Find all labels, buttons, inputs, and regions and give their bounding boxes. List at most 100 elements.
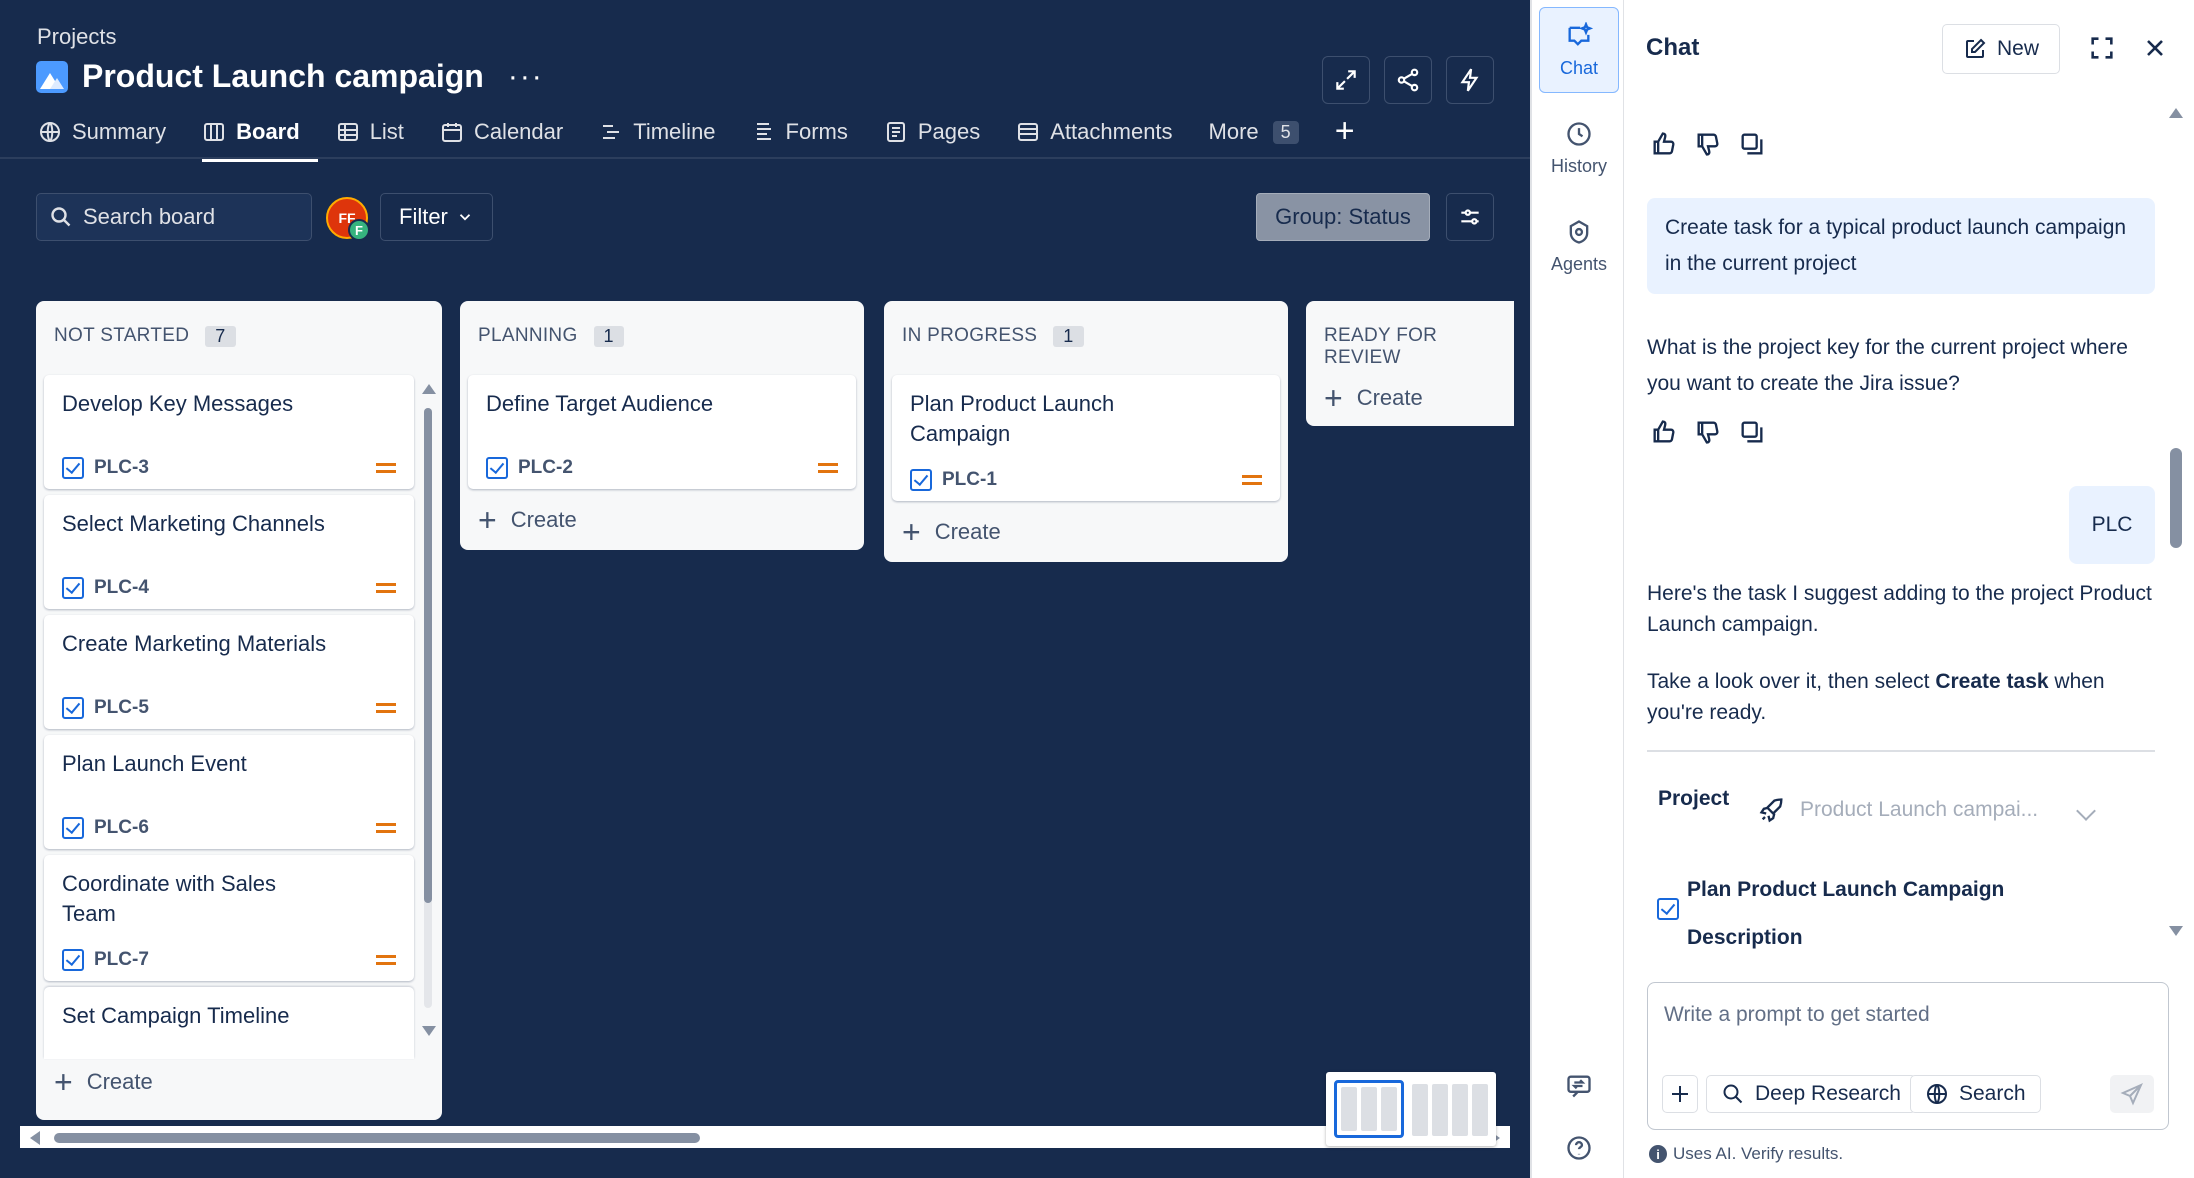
tab-pages[interactable]: Pages — [884, 118, 998, 158]
send-button[interactable] — [2110, 1075, 2154, 1113]
issue-card[interactable]: Select Marketing Channels PLC-4 — [44, 495, 414, 609]
automation-button[interactable] — [1446, 56, 1494, 104]
attach-button[interactable] — [1662, 1075, 1698, 1113]
lightning-icon — [1460, 68, 1479, 92]
prompt-input[interactable] — [1664, 1003, 2144, 1027]
add-tab-icon[interactable]: + — [1335, 112, 1355, 151]
issue-card[interactable]: Create Marketing Materials PLC-5 — [44, 615, 414, 729]
rail-agents[interactable]: Agents — [1539, 203, 1619, 289]
minimap-column — [1472, 1084, 1488, 1136]
issue-key[interactable]: PLC-2 — [518, 457, 573, 479]
issue-key[interactable]: PLC-7 — [94, 949, 149, 971]
share-button[interactable] — [1384, 56, 1432, 104]
project-tabs: Summary Board List Calendar Timeline For… — [38, 112, 1355, 162]
column-title: READY FOR REVIEW — [1324, 325, 1438, 368]
create-issue-button[interactable]: + Create — [54, 1064, 153, 1100]
thumbs-up-icon[interactable] — [1650, 418, 1678, 446]
chevron-down-icon[interactable] — [2076, 801, 2096, 821]
issue-card[interactable]: Plan Product Launch Campaign PLC-1 — [892, 375, 1280, 501]
thumbs-down-icon[interactable] — [1694, 130, 1722, 158]
issue-card[interactable]: Plan Launch Event PLC-6 — [44, 735, 414, 849]
plus-icon — [1672, 1086, 1688, 1102]
tab-label: More — [1208, 119, 1259, 144]
project-select[interactable]: Product Launch campai... — [1758, 796, 2038, 824]
expand-chat-button[interactable] — [2088, 34, 2116, 62]
view-settings-button[interactable] — [1446, 193, 1494, 241]
issue-key[interactable]: PLC-3 — [94, 457, 149, 479]
tab-calendar[interactable]: Calendar — [440, 118, 581, 158]
chat-title: Chat — [1646, 34, 1700, 61]
rail-label: History — [1550, 155, 1607, 176]
issue-key[interactable]: PLC-6 — [94, 817, 149, 839]
new-label: New — [1996, 37, 2039, 60]
issue-card[interactable]: Define Target Audience PLC-2 — [468, 375, 856, 489]
fullscreen-button[interactable] — [1322, 56, 1370, 104]
deep-research-button[interactable]: Deep Research — [1706, 1075, 1916, 1113]
disclaimer-text: Uses AI. Verify results. — [1673, 1144, 1844, 1163]
feedback-button[interactable] — [1565, 1072, 1593, 1100]
issue-key[interactable]: PLC-5 — [94, 697, 149, 719]
plus-icon: + — [54, 1064, 73, 1100]
card-title: Plan Launch Event — [62, 751, 247, 776]
issue-key[interactable]: PLC-4 — [94, 577, 149, 599]
scroll-thumb[interactable] — [2170, 448, 2182, 548]
divider — [1647, 750, 2155, 752]
avatar-badge: F — [348, 219, 370, 241]
issue-card[interactable]: Coordinate with Sales Team PLC-7 — [44, 855, 414, 981]
card-title: Develop Key Messages — [62, 391, 294, 416]
tab-summary[interactable]: Summary — [38, 118, 184, 158]
create-issue-button[interactable]: + Create — [1324, 382, 1423, 414]
chat-scrollbar[interactable] — [2166, 104, 2186, 940]
thumbs-down-icon[interactable] — [1694, 418, 1722, 446]
user-message: Create task for a typical product launch… — [1647, 198, 2155, 294]
close-chat-button[interactable] — [2141, 34, 2169, 62]
group-by-button[interactable]: Group: Status — [1256, 193, 1430, 241]
scroll-thumb[interactable] — [54, 1133, 700, 1143]
web-search-button[interactable]: Search — [1910, 1075, 2041, 1113]
scroll-up-icon[interactable] — [422, 384, 436, 394]
column-title: IN PROGRESS — [902, 325, 1038, 346]
rail-chat[interactable]: Chat — [1539, 7, 1619, 93]
tab-board[interactable]: Board — [202, 118, 318, 162]
card-title: Plan Product Launch Campaign — [910, 391, 1115, 446]
issue-card[interactable]: Develop Key Messages PLC-3 — [44, 375, 414, 489]
scroll-left-icon[interactable] — [30, 1131, 40, 1145]
more-actions-icon[interactable]: ··· — [508, 61, 544, 91]
scroll-down-icon[interactable] — [2169, 926, 2183, 936]
minimap-viewport[interactable] — [1334, 1080, 1404, 1138]
column-scrollbar[interactable] — [422, 380, 436, 1040]
task-type-icon — [62, 949, 84, 971]
create-issue-button[interactable]: + Create — [902, 516, 1001, 548]
create-issue-button[interactable]: + Create — [478, 502, 577, 538]
fullscreen-icon — [2091, 37, 2113, 59]
scroll-up-icon[interactable] — [2169, 108, 2183, 118]
share-icon — [1397, 68, 1419, 92]
board-minimap[interactable] — [1326, 1072, 1496, 1146]
scroll-thumb[interactable] — [424, 408, 432, 903]
chat-panel: Chat New Create task for a typical produ… — [1625, 0, 2194, 1178]
thumbs-up-icon[interactable] — [1650, 130, 1678, 158]
tab-more[interactable]: More 5 — [1209, 118, 1317, 158]
copy-icon[interactable] — [1738, 418, 1766, 446]
help-button[interactable] — [1565, 1134, 1593, 1162]
new-chat-button[interactable]: New — [1942, 24, 2060, 74]
issue-card[interactable]: Set Campaign Timeline — [44, 987, 414, 1059]
task-type-icon — [486, 457, 508, 479]
list-icon — [337, 123, 358, 141]
issue-key[interactable]: PLC-1 — [942, 469, 997, 491]
breadcrumb[interactable]: Projects — [37, 24, 116, 50]
search-board-input[interactable]: Search board — [36, 193, 312, 241]
chevron-down-icon — [459, 214, 471, 221]
tab-forms[interactable]: Forms — [752, 118, 866, 158]
plus-icon: + — [478, 502, 497, 538]
rail-history[interactable]: History — [1539, 105, 1619, 191]
tab-attachments[interactable]: Attachments — [1016, 118, 1190, 158]
tab-list[interactable]: List — [336, 118, 422, 158]
board-horizontal-scrollbar[interactable] — [20, 1126, 1510, 1148]
task-type-icon — [62, 457, 84, 479]
tab-timeline[interactable]: Timeline — [599, 118, 733, 158]
filter-button[interactable]: Filter — [380, 193, 493, 241]
copy-icon[interactable] — [1738, 130, 1766, 158]
feedback-icon — [1567, 1075, 1591, 1098]
scroll-down-icon[interactable] — [422, 1026, 436, 1036]
